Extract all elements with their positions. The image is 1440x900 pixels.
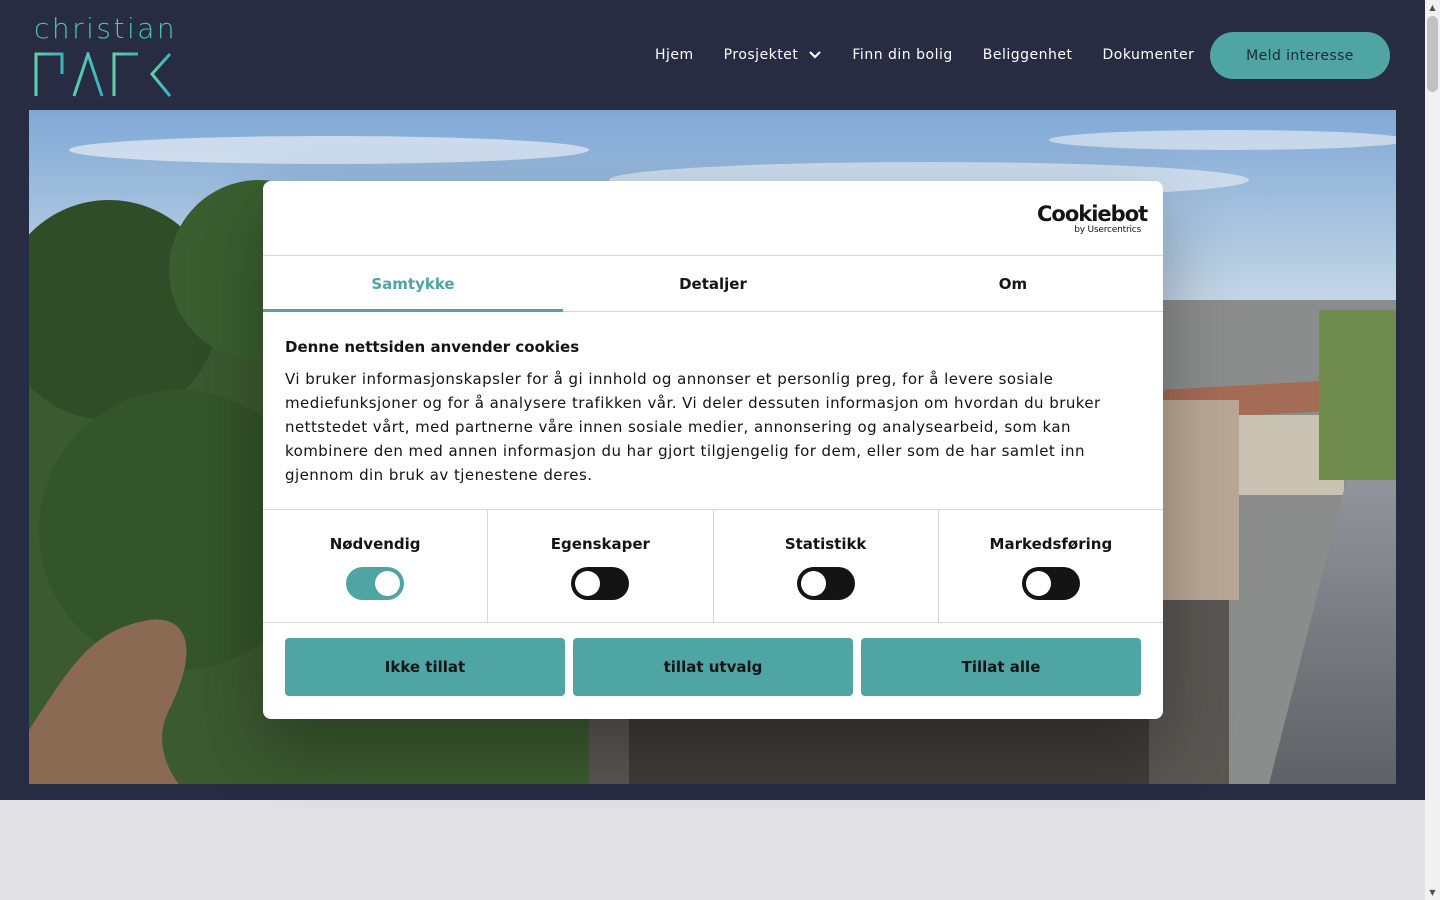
cookiebot-name: Cookiebot <box>1037 202 1148 226</box>
tab-samtykke[interactable]: Samtykke <box>263 256 563 312</box>
toggle-knob <box>800 571 826 596</box>
category-statistikk: Statistikk <box>714 510 939 622</box>
christian-park-logo[interactable]: christian <box>34 12 178 98</box>
nav-item-prosjektet[interactable]: Prosjektet <box>724 47 823 63</box>
dialog-header: Cookiebot by Usercentrics <box>263 181 1163 256</box>
nav-item-hjem[interactable]: Hjem <box>655 47 694 63</box>
tab-detaljer[interactable]: Detaljer <box>563 256 863 311</box>
nav-item-beliggenhet[interactable]: Beliggenhet <box>983 47 1073 63</box>
nav-label: Beliggenhet <box>982 47 1073 63</box>
main-nav: Hjem Prosjektet Finn din bolig Beliggenh… <box>640 32 1209 78</box>
egenskaper-toggle[interactable] <box>571 567 630 600</box>
scrollbar-thumb[interactable] <box>1427 16 1438 92</box>
scroll-down-arrow-icon[interactable]: ▼ <box>1428 888 1437 897</box>
allow-selection-button[interactable]: tillat utvalg <box>573 638 853 696</box>
consent-categories: Nødvendig Egenskaper Statistikk Markedsf… <box>263 509 1163 623</box>
category-label: Egenskaper <box>550 535 650 553</box>
cookie-consent-dialog: Cookiebot by Usercentrics Samtykke Detal… <box>263 181 1163 719</box>
nav-label: Finn din bolig <box>852 47 953 63</box>
deny-button[interactable]: Ikke tillat <box>285 638 565 696</box>
consent-body: Vi bruker informasjonskapsler for å gi i… <box>285 370 1101 484</box>
category-label: Markedsføring <box>989 535 1113 553</box>
nav-label: Hjem <box>655 47 694 63</box>
chevron-down-icon <box>809 51 822 59</box>
consent-description: Denne nettsiden anvender cookies Vi bruk… <box>285 337 1141 487</box>
cookiebot-logo[interactable]: Cookiebot by Usercentrics <box>1037 202 1148 235</box>
logo-wordmark-park <box>34 52 172 97</box>
toggle-knob <box>575 571 601 596</box>
consent-title: Denne nettsiden anvender cookies <box>285 338 580 356</box>
nav-item-dokumenter[interactable]: Dokumenter <box>1102 47 1194 63</box>
toggle-knob <box>375 571 401 596</box>
nav-label: Dokumenter <box>1102 47 1195 63</box>
category-label: Statistikk <box>784 535 867 553</box>
category-label: Nødvendig <box>329 535 421 553</box>
cookiebot-sub: by Usercentrics <box>1074 225 1141 235</box>
nav-label: Prosjektet <box>723 47 799 63</box>
consent-tabs: Samtykke Detaljer Om <box>263 256 1163 312</box>
category-egenskaper: Egenskaper <box>488 510 714 622</box>
meld-interesse-button[interactable]: Meld interesse <box>1210 32 1390 79</box>
allow-all-button[interactable]: Tillat alle <box>861 638 1141 696</box>
category-markedsforing: Markedsføring <box>939 510 1163 622</box>
logo-wordmark-top: christian <box>34 12 178 45</box>
page-scrollbar[interactable]: ▲ ▼ <box>1425 0 1440 900</box>
nav-item-finn-din-bolig[interactable]: Finn din bolig <box>852 47 952 63</box>
category-nodvendig: Nødvendig <box>263 510 489 622</box>
consent-actions: Ikke tillat tillat utvalg Tillat alle <box>285 638 1141 696</box>
statistikk-toggle[interactable] <box>796 567 855 600</box>
scroll-up-arrow-icon[interactable]: ▲ <box>1428 3 1437 12</box>
tab-om[interactable]: Om <box>863 256 1163 311</box>
nodvendig-toggle[interactable] <box>346 567 405 600</box>
markedsforing-toggle[interactable] <box>1021 567 1080 600</box>
toggle-knob <box>1025 571 1051 596</box>
